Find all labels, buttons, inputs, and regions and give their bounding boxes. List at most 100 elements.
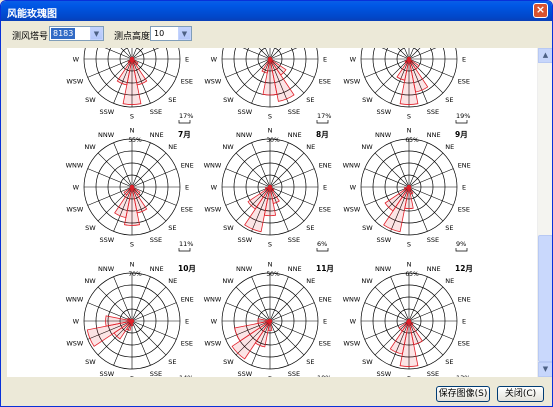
direction-label: E <box>462 184 466 192</box>
direction-label: SW <box>85 224 96 232</box>
scroll-thumb[interactable] <box>538 235 552 362</box>
direction-label: WSW <box>66 77 84 85</box>
direction-label: E <box>462 318 466 326</box>
rose-spoke <box>97 152 133 188</box>
direction-label: S <box>268 113 272 121</box>
direction-label: SE <box>445 358 453 366</box>
direction-label: W <box>211 56 218 64</box>
wind-rose: N NNE NE ENE E ESE SE SSE S SSW SW WSW W WNW NWNNW 11月 5… <box>204 261 334 378</box>
direction-label: SSW <box>100 236 115 244</box>
direction-label: SSW <box>238 108 253 116</box>
max-frequency-label: 55% <box>128 137 142 144</box>
wind-rose: ENEEESESESSESSSWSWWSWWWNW19% <box>343 48 470 124</box>
height-select[interactable]: 10 ▼ <box>150 26 192 41</box>
direction-label: NNE <box>150 265 164 273</box>
direction-label: SW <box>362 224 373 232</box>
direction-label: WSW <box>66 205 84 213</box>
scale-label: 17% <box>179 112 193 120</box>
direction-label: SW <box>223 96 234 104</box>
chevron-down-icon[interactable]: ▼ <box>178 27 191 40</box>
scale-bar <box>455 120 468 124</box>
direction-label: WSW <box>66 339 84 347</box>
direction-label: ESE <box>458 205 470 213</box>
direction-label: SE <box>445 224 453 232</box>
rose-center-dot <box>129 318 135 324</box>
direction-label: NNE <box>150 131 164 139</box>
direction-label: SW <box>223 224 234 232</box>
direction-label: E <box>323 318 327 326</box>
direction-label: S <box>130 241 134 249</box>
save-image-button[interactable]: 保存图像(S) <box>436 386 490 402</box>
wind-rose: N NNE NE ENE E ESE SE SSE S SSW SW WSW W WNW NWNNW 8月 30… <box>204 127 332 252</box>
rose-center-dot <box>267 318 273 324</box>
direction-label: W <box>350 56 357 64</box>
month-label: 10月 <box>178 264 196 273</box>
vertical-scrollbar[interactable]: ▲ ▼ <box>537 48 552 377</box>
direction-label: S <box>407 113 411 121</box>
tower-label: 测风塔号 <box>12 32 49 42</box>
wind-rose-grid: ENEEESESESSESSSWSWWSWWWNW17%ENEEESESESSE… <box>66 48 473 378</box>
title-bar[interactable]: 风能玫瑰图 × <box>1 1 552 21</box>
direction-label: ENE <box>458 296 471 304</box>
direction-label: ENE <box>181 296 194 304</box>
close-button[interactable]: 关闭(C) <box>497 386 544 402</box>
month-label: 8月 <box>316 130 329 139</box>
direction-label: N <box>130 127 135 135</box>
max-frequency-label: 30% <box>266 137 280 144</box>
direction-label: E <box>323 184 327 192</box>
rose-spoke <box>131 48 144 60</box>
direction-label: SSE <box>427 236 439 244</box>
direction-label: NNE <box>288 131 302 139</box>
direction-label: NE <box>445 277 454 285</box>
direction-label: S <box>130 113 134 121</box>
direction-label: WSW <box>204 77 222 85</box>
chevron-down-icon[interactable]: ▼ <box>90 27 103 40</box>
direction-label: S <box>268 375 272 378</box>
bottom-bar: 保存图像(S) 关闭(C) <box>1 379 552 406</box>
direction-label: N <box>268 127 273 135</box>
direction-label: WNW <box>204 162 222 170</box>
rose-spoke <box>381 48 410 60</box>
direction-label: N <box>268 261 273 269</box>
direction-label: SW <box>362 96 373 104</box>
direction-label: ESE <box>458 77 470 85</box>
direction-label: NE <box>445 143 454 151</box>
tower-select[interactable]: 8183 ▼ <box>49 26 104 41</box>
direction-label: WSW <box>204 339 222 347</box>
direction-label: ESE <box>181 77 193 85</box>
month-label: 11月 <box>316 264 334 273</box>
scale-label: 19% <box>456 112 470 120</box>
height-value: 10 <box>154 29 165 38</box>
rose-center-dot <box>406 56 412 62</box>
direction-label: WNW <box>343 296 361 304</box>
direction-label: NNW <box>98 265 115 273</box>
direction-label: SSW <box>100 108 115 116</box>
month-label: 9月 <box>455 130 468 139</box>
direction-label: ENE <box>458 162 471 170</box>
rose-spoke <box>235 286 271 322</box>
rose-center-dot <box>129 56 135 62</box>
direction-label: SSE <box>288 108 300 116</box>
direction-label: NW <box>361 277 373 285</box>
direction-label: NW <box>84 143 96 151</box>
direction-label: W <box>350 318 357 326</box>
scale-label: 14% <box>179 374 193 377</box>
scroll-up-icon[interactable]: ▲ <box>538 48 552 63</box>
direction-label: WSW <box>343 339 361 347</box>
direction-label: SSW <box>377 236 392 244</box>
max-frequency-label: 65% <box>405 271 419 278</box>
max-frequency-label: 65% <box>405 137 419 144</box>
rose-center-dot <box>406 318 412 324</box>
direction-label: ESE <box>181 205 193 213</box>
close-window-button[interactable]: × <box>533 3 548 18</box>
direction-label: WSW <box>343 77 361 85</box>
scale-bar <box>455 248 468 252</box>
scale-label: 9% <box>456 240 466 248</box>
direction-label: NNE <box>427 265 441 273</box>
scale-label: 17% <box>317 112 331 120</box>
scale-bar <box>316 248 329 252</box>
rose-spoke <box>408 186 444 222</box>
scroll-down-icon[interactable]: ▼ <box>538 362 552 377</box>
direction-label: WSW <box>204 205 222 213</box>
height-label: 测点高度 <box>114 32 151 42</box>
